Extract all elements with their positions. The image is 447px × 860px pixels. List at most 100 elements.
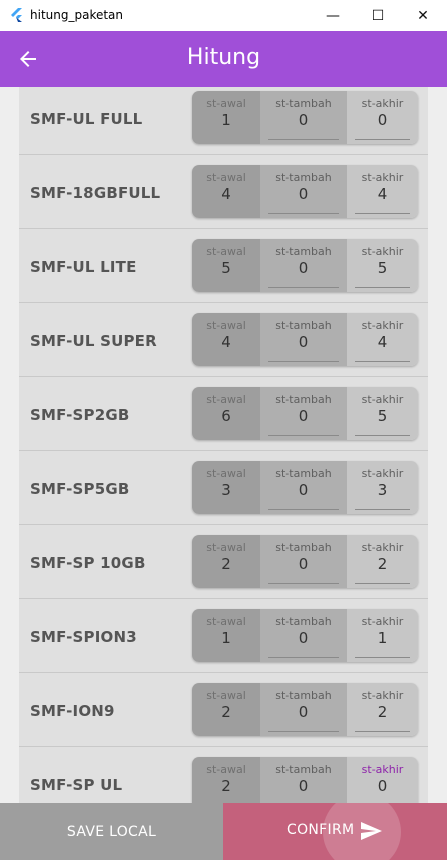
field-underline: [355, 361, 410, 362]
st-tambah-value[interactable]: 0: [260, 407, 347, 425]
st-tambah-value[interactable]: 0: [260, 777, 347, 795]
st-awal-value: 3: [221, 481, 231, 499]
stock-fields: st-awal 4 st-tambah 0 st-akhir 4: [192, 165, 418, 218]
st-akhir-field[interactable]: st-akhir 5: [347, 387, 418, 440]
st-akhir-field[interactable]: st-akhir 5: [347, 239, 418, 292]
stock-fields: st-awal 6 st-tambah 0 st-akhir 5: [192, 387, 418, 440]
product-name: SMF-SP UL: [30, 776, 123, 794]
field-underline: [268, 509, 339, 510]
product-list-area[interactable]: SMF-UL FULL st-awal 1 st-tambah 0 st-akhir…: [0, 87, 447, 803]
stock-fields: st-awal 3 st-tambah 0 st-akhir 3: [192, 461, 418, 514]
st-tambah-value[interactable]: 0: [260, 481, 347, 499]
window-title: hitung_paketan: [30, 8, 124, 22]
field-underline: [355, 509, 410, 510]
field-underline: [355, 287, 410, 288]
st-tambah-label: st-tambah: [275, 97, 332, 110]
st-akhir-value[interactable]: 0: [347, 777, 418, 795]
st-akhir-label: st-akhir: [361, 763, 404, 776]
product-name: SMF-SP2GB: [30, 406, 130, 424]
st-akhir-value[interactable]: 0: [347, 111, 418, 129]
st-awal-label: st-awal: [206, 689, 246, 702]
st-tambah-value[interactable]: 0: [260, 185, 347, 203]
field-underline: [355, 435, 410, 436]
st-tambah-field[interactable]: st-tambah 0: [260, 535, 347, 588]
confirm-button[interactable]: CONFIRM: [223, 803, 447, 860]
st-akhir-field[interactable]: st-akhir 2: [347, 683, 418, 736]
st-akhir-field[interactable]: st-akhir 4: [347, 313, 418, 366]
maximize-button[interactable]: ☐: [355, 0, 401, 31]
st-awal-field: st-awal 4: [192, 313, 260, 366]
save-local-button[interactable]: SAVE LOCAL: [0, 803, 223, 860]
st-akhir-field[interactable]: st-akhir 3: [347, 461, 418, 514]
st-akhir-field[interactable]: st-akhir 0: [347, 757, 418, 803]
st-tambah-field[interactable]: st-tambah 0: [260, 313, 347, 366]
close-button[interactable]: ✕: [400, 0, 446, 31]
st-tambah-label: st-tambah: [275, 763, 332, 776]
st-akhir-value[interactable]: 1: [347, 629, 418, 647]
field-underline: [268, 213, 339, 214]
confirm-label: CONFIRM: [287, 822, 355, 838]
st-tambah-value[interactable]: 0: [260, 629, 347, 647]
st-akhir-value[interactable]: 4: [347, 185, 418, 203]
st-tambah-value[interactable]: 0: [260, 703, 347, 721]
st-akhir-field[interactable]: st-akhir 0: [347, 91, 418, 144]
list-item: SMF-SPION3 st-awal 1 st-tambah 0 st-akhir 1: [19, 599, 428, 673]
st-tambah-value[interactable]: 0: [260, 555, 347, 573]
st-tambah-field[interactable]: st-tambah 0: [260, 683, 347, 736]
st-tambah-field[interactable]: st-tambah 0: [260, 757, 347, 803]
st-tambah-field[interactable]: st-tambah 0: [260, 239, 347, 292]
st-akhir-value[interactable]: 2: [347, 555, 418, 573]
product-name: SMF-UL FULL: [30, 110, 143, 128]
st-awal-field: st-awal 6: [192, 387, 260, 440]
st-akhir-label: st-akhir: [361, 467, 404, 480]
st-akhir-field[interactable]: st-akhir 2: [347, 535, 418, 588]
st-awal-field: st-awal 2: [192, 757, 260, 803]
st-tambah-value[interactable]: 0: [260, 111, 347, 129]
st-tambah-field[interactable]: st-tambah 0: [260, 165, 347, 218]
st-akhir-field[interactable]: st-akhir 4: [347, 165, 418, 218]
st-awal-value: 4: [221, 185, 231, 203]
field-underline: [268, 287, 339, 288]
st-tambah-value[interactable]: 0: [260, 333, 347, 351]
st-akhir-field[interactable]: st-akhir 1: [347, 609, 418, 662]
st-akhir-value[interactable]: 4: [347, 333, 418, 351]
st-akhir-label: st-akhir: [361, 97, 404, 110]
st-tambah-label: st-tambah: [275, 615, 332, 628]
stock-fields: st-awal 1 st-tambah 0 st-akhir 0: [192, 91, 418, 144]
st-awal-value: 4: [221, 333, 231, 351]
st-tambah-field[interactable]: st-tambah 0: [260, 609, 347, 662]
st-tambah-field[interactable]: st-tambah 0: [260, 91, 347, 144]
list-item: SMF-UL SUPER st-awal 4 st-tambah 0 st-akhi…: [19, 303, 428, 377]
st-tambah-label: st-tambah: [275, 245, 332, 258]
st-akhir-value[interactable]: 3: [347, 481, 418, 499]
st-tambah-value[interactable]: 0: [260, 259, 347, 277]
field-underline: [268, 139, 339, 140]
st-awal-label: st-awal: [206, 615, 246, 628]
stock-fields: st-awal 2 st-tambah 0 st-akhir 2: [192, 535, 418, 588]
product-name: SMF-18GBFULL: [30, 184, 161, 202]
product-name: SMF-ION9: [30, 702, 115, 720]
st-awal-label: st-awal: [206, 319, 246, 332]
product-name: SMF-SP5GB: [30, 480, 130, 498]
field-underline: [268, 583, 339, 584]
st-akhir-value[interactable]: 5: [347, 259, 418, 277]
st-awal-label: st-awal: [206, 763, 246, 776]
list-item: SMF-UL LITE st-awal 5 st-tambah 0 st-akhir…: [19, 229, 428, 303]
st-awal-value: 1: [221, 111, 231, 129]
st-awal-label: st-awal: [206, 245, 246, 258]
list-item: SMF-18GBFULL st-awal 4 st-tambah 0 st-akhi…: [19, 155, 428, 229]
st-akhir-label: st-akhir: [361, 689, 404, 702]
st-awal-label: st-awal: [206, 467, 246, 480]
product-list: SMF-UL FULL st-awal 1 st-tambah 0 st-akhir…: [19, 87, 428, 803]
stock-fields: st-awal 2 st-tambah 0 st-akhir 0: [192, 757, 418, 803]
list-item: SMF-SP 10GB st-awal 2 st-tambah 0 st-akhir…: [19, 525, 428, 599]
list-item: SMF-ION9 st-awal 2 st-tambah 0 st-akhir 2: [19, 673, 428, 747]
stock-fields: st-awal 5 st-tambah 0 st-akhir 5: [192, 239, 418, 292]
st-tambah-field[interactable]: st-tambah 0: [260, 387, 347, 440]
minimize-button[interactable]: —: [310, 0, 356, 31]
st-awal-field: st-awal 4: [192, 165, 260, 218]
field-underline: [355, 583, 410, 584]
st-tambah-field[interactable]: st-tambah 0: [260, 461, 347, 514]
st-akhir-value[interactable]: 5: [347, 407, 418, 425]
st-akhir-value[interactable]: 2: [347, 703, 418, 721]
